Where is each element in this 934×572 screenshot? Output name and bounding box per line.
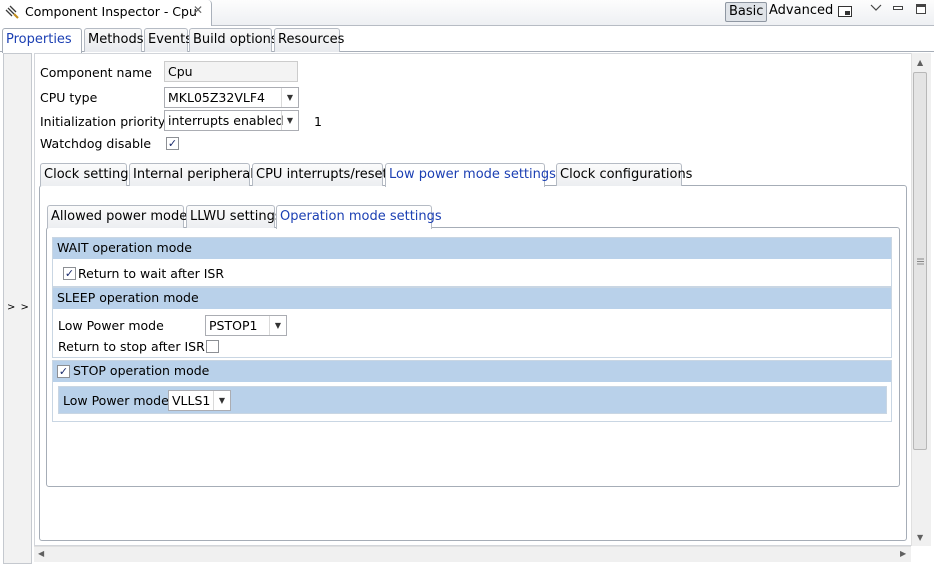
tab-resources[interactable]: Resources (274, 28, 344, 52)
dropdown-arrow-icon: ▼ (213, 391, 230, 410)
vertical-scroll-thumb[interactable] (913, 72, 927, 450)
tab-properties[interactable]: Properties (2, 28, 82, 53)
side-collapse-strip: > > (3, 53, 32, 564)
return-to-stop-checkbox[interactable] (206, 340, 219, 353)
maximize-icon[interactable] (915, 3, 927, 15)
dropdown-arrow-icon: ▼ (281, 111, 298, 130)
init-priority-label: Initialization priority (40, 114, 166, 129)
stop-low-power-value: VLLS1 (172, 393, 211, 408)
detached-pane-icon[interactable] (838, 6, 852, 17)
component-name-label: Component name (40, 65, 152, 80)
dropdown-arrow-icon: ▼ (281, 88, 298, 107)
init-priority-select[interactable]: interrupts enabled ▼ (164, 110, 299, 131)
stop-low-power-row: Low Power mode VLLS1 ▼ (58, 386, 887, 414)
properties-panel: Component name Cpu CPU type MKL05Z32VLF4… (34, 53, 911, 546)
advanced-mode-button[interactable]: Advanced (766, 2, 836, 22)
sleep-section-header: SLEEP operation mode (53, 288, 891, 309)
scroll-down-icon[interactable]: ▼ (917, 533, 923, 542)
tab-events[interactable]: Events (144, 28, 192, 52)
watchdog-label: Watchdog disable (40, 136, 152, 151)
close-icon[interactable]: ✕ (193, 3, 203, 17)
sleep-section: SLEEP operation mode Low Power mode PSTO… (52, 287, 892, 358)
view-tab[interactable]: Component Inspector - Cpu ✕ (0, 0, 212, 26)
init-priority-value: interrupts enabled (168, 113, 284, 128)
stop-enable-checkbox[interactable]: ✓ (57, 365, 70, 378)
view-titlebar: Component Inspector - Cpu ✕ Basic Advanc… (0, 0, 934, 26)
cpu-type-label: CPU type (40, 90, 98, 105)
tab-methods[interactable]: Methods (84, 28, 144, 52)
horizontal-scrollbar[interactable] (34, 546, 911, 562)
tab-llwu-settings[interactable]: LLWU settings (186, 205, 282, 228)
scroll-left-icon[interactable]: ◀ (38, 549, 44, 558)
stop-section: STOP operation mode ✓ Low Power mode VLL… (52, 360, 892, 422)
tab-build-options[interactable]: Build options (189, 28, 278, 52)
init-priority-extra: 1 (314, 114, 322, 129)
sleep-low-power-select[interactable]: PSTOP1 ▼ (205, 315, 287, 336)
dropdown-arrow-icon: ▼ (269, 316, 286, 335)
component-inspector-icon (5, 5, 19, 19)
return-to-stop-label: Return to stop after ISR (58, 339, 205, 354)
tab-internal-peripherals[interactable]: Internal peripherals (129, 163, 261, 186)
return-to-wait-label: Return to wait after ISR (78, 266, 225, 281)
tab-allowed-power-modes[interactable]: Allowed power modes (47, 205, 194, 228)
main-tab-bar: Properties Methods Events Build options … (0, 28, 934, 53)
component-name-field[interactable]: Cpu (164, 61, 298, 82)
cpu-type-select[interactable]: MKL05Z32VLF4 ▼ (164, 87, 299, 108)
watchdog-checkbox[interactable]: ✓ (166, 137, 179, 150)
view-title: Component Inspector - Cpu (25, 4, 197, 19)
scroll-right-icon[interactable]: ▶ (900, 549, 906, 558)
wait-section: WAIT operation mode ✓ Return to wait aft… (52, 237, 892, 287)
tab-clock-configurations[interactable]: Clock configurations (556, 163, 692, 186)
stop-low-power-select[interactable]: VLLS1 ▼ (168, 390, 231, 411)
cpu-type-value: MKL05Z32VLF4 (168, 90, 265, 105)
sleep-low-power-value: PSTOP1 (209, 318, 258, 333)
expand-toggle[interactable]: > > (7, 302, 30, 313)
tab-clock-settings[interactable]: Clock settings (40, 163, 135, 186)
scroll-up-icon[interactable]: ▲ (917, 58, 923, 67)
tab-operation-mode-settings[interactable]: Operation mode settings (276, 205, 442, 229)
minimize-icon[interactable] (892, 3, 904, 13)
tab-low-power-mode-settings[interactable]: Low power mode settings (385, 163, 556, 187)
tab-cpu-interrupts-resets[interactable]: CPU interrupts/resets (252, 163, 394, 186)
grip-icon (917, 258, 924, 265)
return-to-wait-checkbox[interactable]: ✓ (63, 267, 76, 280)
basic-mode-button[interactable]: Basic (725, 2, 768, 22)
sleep-low-power-label: Low Power mode (58, 318, 164, 333)
wait-section-header: WAIT operation mode (53, 238, 891, 259)
stop-low-power-label: Low Power mode (63, 393, 169, 408)
view-menu-icon[interactable] (870, 3, 882, 13)
stop-section-header: STOP operation mode (53, 361, 891, 382)
